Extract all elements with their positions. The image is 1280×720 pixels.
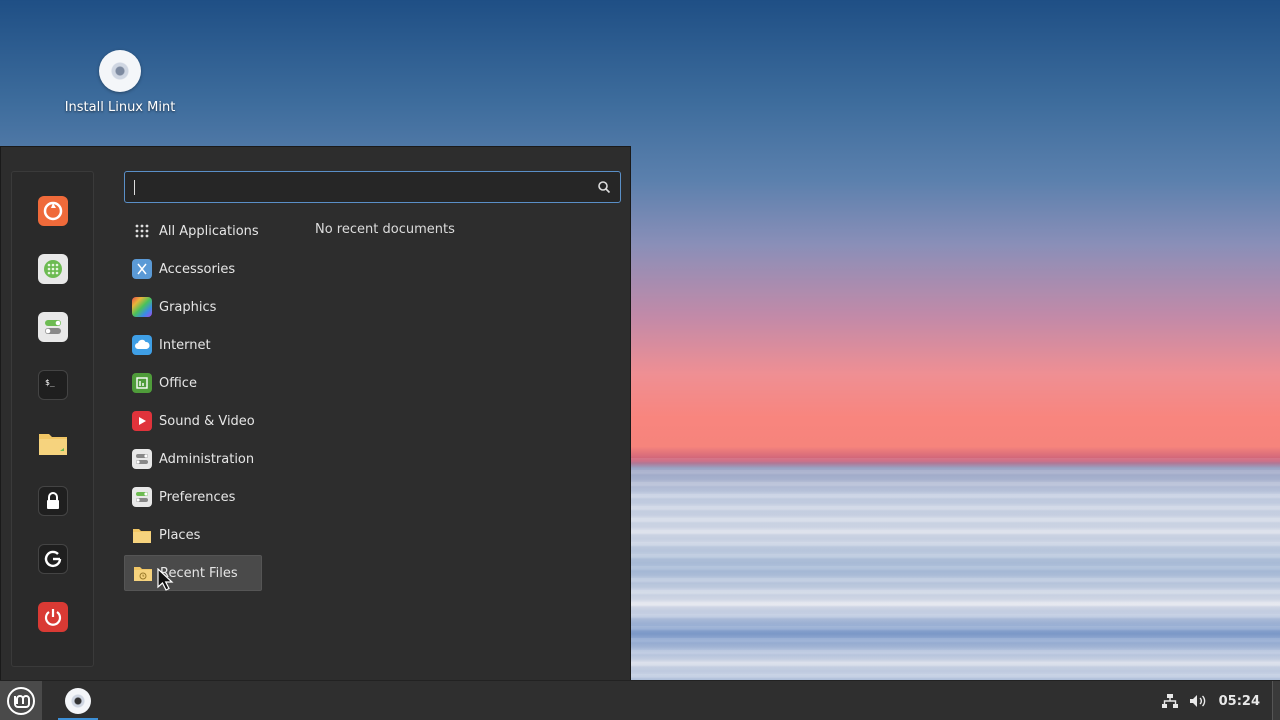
places-icon <box>132 525 152 545</box>
firefox-icon <box>43 201 63 221</box>
category-accessories[interactable]: Accessories <box>124 251 262 287</box>
internet-icon <box>132 335 152 355</box>
power-icon <box>44 609 62 626</box>
taskbar-item-install-linux-mint[interactable] <box>58 681 98 720</box>
disc-icon <box>65 688 91 714</box>
category-label: Places <box>159 527 201 543</box>
clock[interactable]: 05:24 <box>1219 694 1260 709</box>
category-list: All Applications Accessories Graphics In… <box>124 213 262 593</box>
search-input[interactable] <box>124 171 621 203</box>
category-office[interactable]: Office <box>124 365 262 401</box>
office-icon <box>132 373 152 393</box>
apps-grid-icon <box>132 221 152 241</box>
mouse-pointer-icon <box>157 568 174 591</box>
category-internet[interactable]: Internet <box>124 327 262 363</box>
recent-documents-message: No recent documents <box>315 222 455 237</box>
category-graphics[interactable]: Graphics <box>124 289 262 325</box>
network-icon[interactable] <box>1161 693 1179 709</box>
disc-icon <box>99 50 141 92</box>
terminal-icon: $_ <box>45 378 55 387</box>
category-administration[interactable]: Administration <box>124 441 262 477</box>
administration-icon <box>132 449 152 469</box>
system-tray: 05:24 <box>1161 681 1280 720</box>
volume-icon[interactable] <box>1189 693 1207 709</box>
folder-icon <box>39 434 67 455</box>
logout-icon <box>44 550 62 568</box>
search-icon <box>598 181 611 194</box>
desktop-icon-label: Install Linux Mint <box>64 100 176 115</box>
graphics-icon <box>132 297 152 317</box>
shutdown-favorite-button[interactable] <box>38 602 68 632</box>
text-caret <box>134 180 135 195</box>
logout-favorite-button[interactable] <box>38 544 68 574</box>
category-label: Preferences <box>159 489 236 505</box>
category-label: Sound & Video <box>159 413 255 429</box>
software-manager-favorite-button[interactable] <box>38 254 68 284</box>
category-label: Office <box>159 375 197 391</box>
category-label: Accessories <box>159 261 236 277</box>
lock-icon <box>47 492 59 509</box>
svg-text:$_: $_ <box>45 378 55 387</box>
category-preferences[interactable]: Preferences <box>124 479 262 515</box>
category-all-applications[interactable]: All Applications <box>124 213 262 249</box>
settings-favorite-button[interactable] <box>38 312 68 342</box>
category-recent-files[interactable]: Recent Files <box>124 555 262 591</box>
favorites-sidebar: $_ <box>11 171 94 667</box>
desktop-icon-install-linux-mint[interactable]: Install Linux Mint <box>60 50 180 115</box>
accessories-icon <box>132 259 152 279</box>
show-desktop-button[interactable] <box>1272 681 1280 720</box>
category-label: Internet <box>159 337 211 353</box>
lock-screen-favorite-button[interactable] <box>38 486 68 516</box>
category-sound-video[interactable]: Sound & Video <box>124 403 262 439</box>
preferences-icon <box>132 487 152 507</box>
files-favorite-button[interactable] <box>38 428 68 458</box>
category-label: Graphics <box>159 299 217 315</box>
category-places[interactable]: Places <box>124 517 262 553</box>
firefox-favorite-button[interactable] <box>38 196 68 226</box>
bottom-panel: 05:24 <box>0 680 1280 720</box>
terminal-favorite-button[interactable]: $_ <box>38 370 68 400</box>
menu-button[interactable] <box>0 681 42 720</box>
recent-files-icon <box>133 563 153 583</box>
sound-video-icon <box>132 411 152 431</box>
linux-mint-logo-icon <box>7 687 35 715</box>
grid-icon <box>44 260 62 278</box>
application-menu: $_ All Applications Accessories Graphics… <box>0 146 631 680</box>
category-label: All Applications <box>159 223 259 239</box>
toggles-icon <box>45 320 61 334</box>
category-label: Administration <box>159 451 255 467</box>
